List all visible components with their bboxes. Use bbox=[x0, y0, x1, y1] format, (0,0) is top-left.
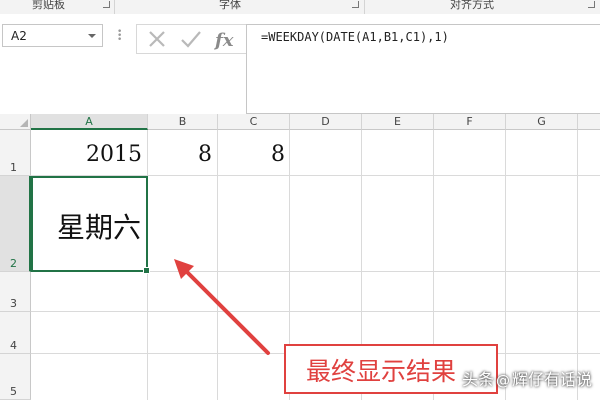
watermark-prefix: 头条 bbox=[461, 370, 494, 389]
formula-bar-grip-icon[interactable]: • • • bbox=[117, 28, 122, 45]
select-all-triangle-icon bbox=[20, 119, 28, 127]
row-number: 5 bbox=[10, 385, 17, 398]
name-box-value: A2 bbox=[11, 29, 27, 43]
gridline-horizontal bbox=[31, 311, 600, 312]
formula-input[interactable]: =WEEKDAY(DATE(A1,B1,C1),1) bbox=[246, 24, 600, 114]
cell-a1[interactable]: 2015 bbox=[31, 142, 142, 167]
row-header-4[interactable]: 4 bbox=[0, 312, 31, 354]
active-cell-selection bbox=[31, 176, 150, 274]
cancel-icon[interactable] bbox=[143, 27, 171, 51]
row-header-1[interactable]: 1 bbox=[0, 130, 31, 176]
watermark: 头条 @ 辉仔有话说 bbox=[462, 366, 592, 390]
column-header-h[interactable] bbox=[578, 114, 600, 130]
formula-text: =WEEKDAY(DATE(A1,B1,C1),1) bbox=[261, 30, 449, 44]
formula-buttons: fx bbox=[136, 24, 246, 54]
watermark-author: 辉仔有话说 bbox=[511, 370, 592, 389]
watermark-at: @ bbox=[495, 373, 510, 389]
row-header-5[interactable]: 5 bbox=[0, 354, 31, 400]
gridline-vertical bbox=[505, 130, 506, 400]
cell-c1[interactable]: 8 bbox=[218, 142, 285, 167]
ribbon-group-clipboard-label: 剪贴板 bbox=[32, 0, 65, 11]
insert-function-icon[interactable]: fx bbox=[213, 27, 241, 51]
cell-b1[interactable]: 8 bbox=[148, 142, 212, 167]
row-number: 3 bbox=[10, 297, 17, 310]
clipboard-dialog-launcher-icon[interactable] bbox=[103, 1, 110, 8]
column-header-b[interactable]: B bbox=[148, 114, 218, 130]
select-all-corner[interactable] bbox=[0, 114, 31, 130]
column-header-e[interactable]: E bbox=[362, 114, 434, 130]
ribbon-separator bbox=[364, 0, 365, 14]
row-number: 2 bbox=[10, 257, 17, 270]
column-header-a[interactable]: A bbox=[31, 114, 148, 130]
name-box[interactable]: A2 bbox=[2, 24, 103, 47]
gridline-vertical bbox=[217, 130, 218, 400]
column-header-f[interactable]: F bbox=[434, 114, 506, 130]
callout-text: 最终显示结果 bbox=[306, 357, 457, 386]
ribbon-separator bbox=[114, 0, 115, 14]
alignment-dialog-launcher-icon[interactable] bbox=[588, 1, 595, 8]
ribbon-group-alignment-label: 对齐方式 bbox=[450, 0, 494, 11]
formula-bar: A2 • • • fx =WEEKDAY(DATE(A1,B1,C1),1) bbox=[0, 14, 600, 114]
gridline-vertical bbox=[577, 130, 578, 400]
row-number: 4 bbox=[10, 339, 17, 352]
fill-handle[interactable] bbox=[143, 267, 150, 274]
font-dialog-launcher-icon[interactable] bbox=[352, 1, 359, 8]
row-number: 1 bbox=[10, 161, 17, 174]
column-header-g[interactable]: G bbox=[506, 114, 578, 130]
row-header-3[interactable]: 3 bbox=[0, 272, 31, 312]
column-header-d[interactable]: D bbox=[290, 114, 362, 130]
ribbon-group-font-label: 字体 bbox=[219, 0, 241, 11]
spreadsheet-window: 剪贴板 字体 对齐方式 A2 • • • fx =WEEKDAY(DATE(A1,B… bbox=[0, 0, 600, 400]
chevron-down-icon[interactable] bbox=[88, 34, 96, 38]
column-header-c[interactable]: C bbox=[218, 114, 290, 130]
insert-function-label: fx bbox=[213, 30, 234, 51]
ribbon-group-bar: 剪贴板 字体 对齐方式 bbox=[0, 0, 600, 15]
row-header-2[interactable]: 2 bbox=[0, 176, 31, 272]
confirm-check-icon[interactable] bbox=[177, 27, 205, 51]
